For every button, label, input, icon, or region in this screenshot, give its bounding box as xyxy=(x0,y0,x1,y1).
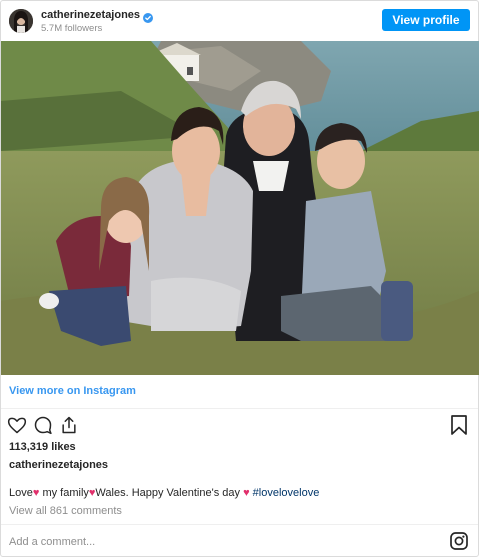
action-bar xyxy=(7,415,79,435)
bookmark-icon[interactable] xyxy=(450,415,468,435)
divider xyxy=(1,524,478,525)
follower-count: 5.7M followers xyxy=(41,23,103,34)
post-caption: Love♥ my family♥Wales. Happy Valentine's… xyxy=(9,487,319,499)
caption-text: my family xyxy=(39,487,89,499)
avatar[interactable] xyxy=(9,9,33,33)
hashtag-link[interactable]: #lovelovelove xyxy=(253,487,320,499)
verified-badge-icon xyxy=(143,10,154,23)
username[interactable]: catherinezetajones xyxy=(41,9,140,21)
view-more-link[interactable]: View more on Instagram xyxy=(9,385,136,397)
instagram-embed-card: catherinezetajones 5.7M followers View p… xyxy=(0,0,479,557)
divider xyxy=(1,408,478,409)
post-header: catherinezetajones 5.7M followers View p… xyxy=(1,1,478,41)
post-image[interactable] xyxy=(1,41,479,375)
heart-outline-icon[interactable] xyxy=(7,415,27,435)
comment-input[interactable]: Add a comment... xyxy=(9,536,429,548)
view-comments-link[interactable]: View all 861 comments xyxy=(9,505,122,517)
share-icon[interactable] xyxy=(59,415,79,435)
speech-bubble-icon[interactable] xyxy=(33,415,53,435)
heart-emoji-icon: ♥ xyxy=(243,487,250,499)
caption-text: Love xyxy=(9,487,33,499)
like-count[interactable]: 113,319 likes xyxy=(9,441,76,453)
view-profile-button[interactable]: View profile xyxy=(382,9,470,31)
caption-text: Wales. Happy Valentine's day xyxy=(95,487,240,499)
family-photo xyxy=(1,41,479,375)
instagram-icon[interactable] xyxy=(450,532,468,550)
caption-author[interactable]: catherinezetajones xyxy=(9,459,108,471)
username-row: catherinezetajones xyxy=(41,9,154,23)
